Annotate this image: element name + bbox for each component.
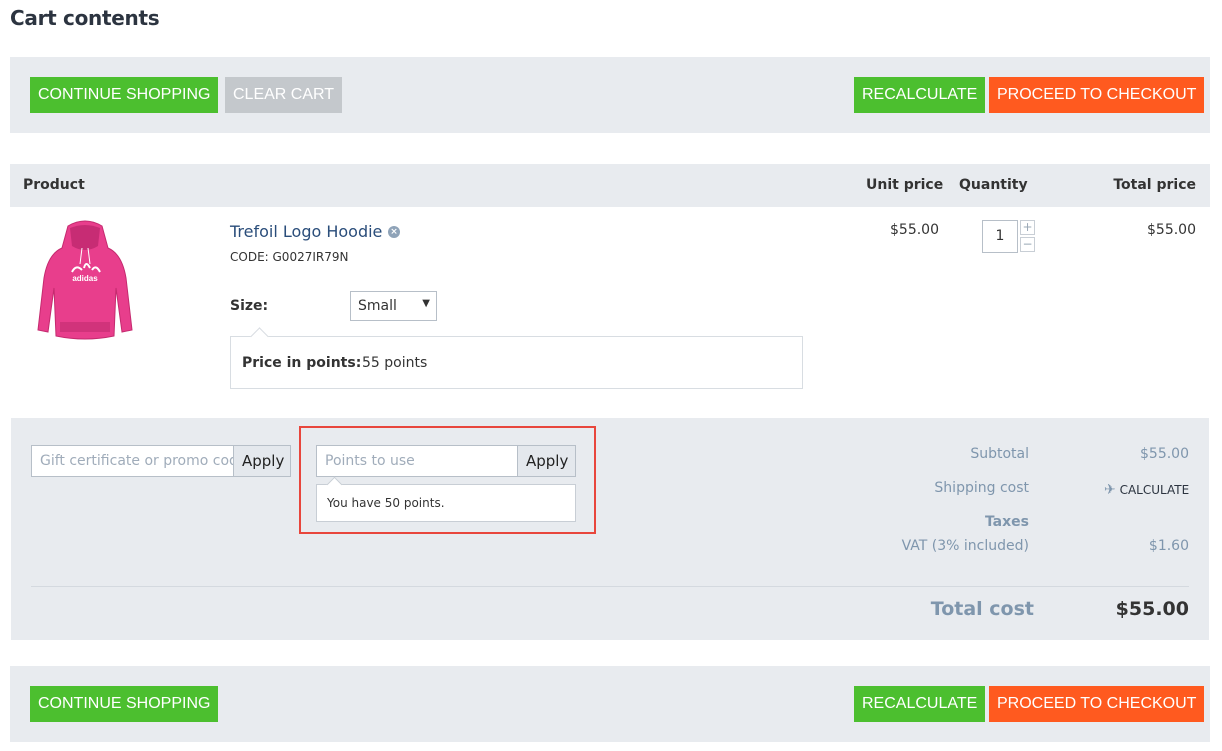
price-in-points-box: Price in points: 55 points	[230, 336, 803, 389]
cart-table-header: Product Unit price Quantity Total price	[10, 164, 1210, 207]
increase-quantity-button[interactable]: +	[1020, 220, 1035, 235]
points-balance-tooltip: You have 50 points.	[316, 484, 576, 522]
header-unit-price: Unit price	[866, 177, 944, 193]
size-select[interactable]: Small ▼	[350, 291, 437, 321]
size-label: Size:	[230, 298, 269, 314]
total-cost-value: $55.00	[1115, 598, 1189, 620]
points-price-label: Price in points:	[242, 355, 362, 371]
vat-value: $1.60	[1148, 538, 1189, 554]
recalculate-button-bottom[interactable]: RECALCULATE	[854, 686, 986, 722]
unit-price: $55.00	[890, 222, 939, 238]
summary-divider	[31, 586, 1189, 587]
header-quantity: Quantity	[959, 177, 1028, 193]
logo-text: adidas	[72, 274, 98, 283]
product-code: CODE: G0027IR79N	[230, 250, 349, 264]
promo-code-input[interactable]: Gift certificate or promo code	[31, 445, 234, 477]
product-image[interactable]: adidas	[30, 218, 140, 343]
chevron-down-icon: ▼	[422, 298, 430, 309]
subtotal-value: $55.00	[1140, 446, 1189, 462]
remove-item-icon[interactable]: ×	[388, 226, 400, 238]
header-total-price: Total price	[1113, 177, 1196, 193]
promo-apply-button[interactable]: Apply	[233, 445, 291, 477]
total-cost-label: Total cost	[930, 598, 1034, 620]
continue-shopping-button-bottom[interactable]: CONTINUE SHOPPING	[30, 686, 219, 722]
continue-shopping-button[interactable]: CONTINUE SHOPPING	[30, 77, 219, 113]
clear-cart-button[interactable]: CLEAR CART	[225, 77, 343, 113]
points-to-use-input[interactable]: Points to use	[316, 445, 519, 477]
calculate-shipping-link[interactable]: ✈ CALCULATE	[1104, 482, 1189, 498]
taxes-label: Taxes	[984, 514, 1029, 530]
quantity-input[interactable]: 1	[982, 220, 1018, 253]
top-toolbar: CONTINUE SHOPPING CLEAR CART RECALCULATE…	[10, 57, 1210, 133]
decrease-quantity-button[interactable]: −	[1020, 237, 1035, 252]
product-name-link[interactable]: Trefoil Logo Hoodie	[230, 222, 382, 241]
vat-label: VAT (3% included)	[901, 538, 1029, 554]
item-total-price: $55.00	[1147, 222, 1196, 238]
proceed-to-checkout-button[interactable]: PROCEED TO CHECKOUT	[989, 77, 1205, 113]
calculate-label: CALCULATE	[1119, 483, 1190, 497]
points-price-value: 55 points	[362, 355, 428, 371]
size-select-value: Small	[358, 298, 397, 314]
shipping-cost-label: Shipping cost	[934, 480, 1029, 496]
recalculate-button[interactable]: RECALCULATE	[854, 77, 986, 113]
bottom-toolbar: CONTINUE SHOPPING RECALCULATE PROCEED TO…	[10, 666, 1210, 742]
subtotal-label: Subtotal	[970, 446, 1029, 462]
header-product: Product	[23, 177, 85, 193]
page-title: Cart contents	[10, 6, 160, 30]
airplane-icon: ✈	[1104, 482, 1116, 498]
proceed-to-checkout-button-bottom[interactable]: PROCEED TO CHECKOUT	[989, 686, 1205, 722]
points-apply-button[interactable]: Apply	[517, 445, 576, 477]
